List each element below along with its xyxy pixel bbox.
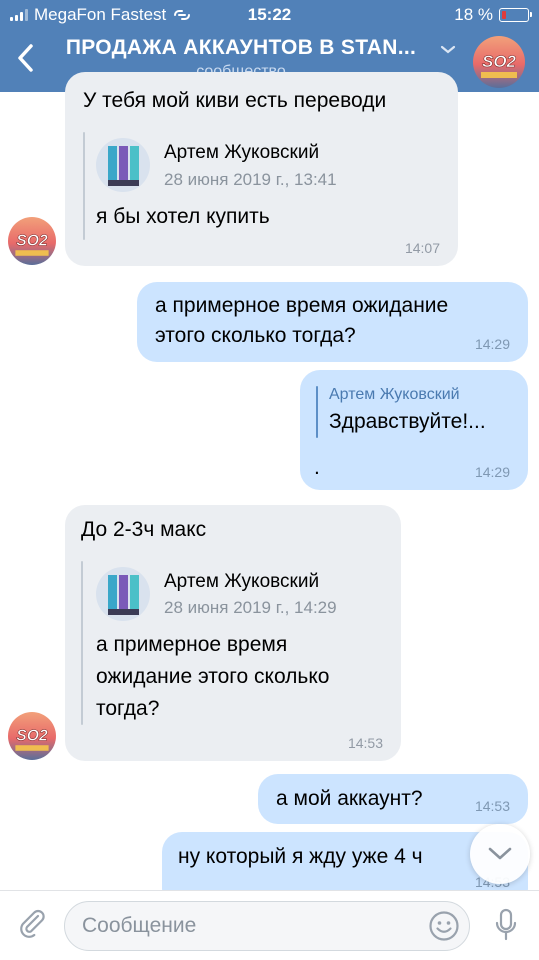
- back-button[interactable]: [10, 40, 40, 76]
- message-time: 14:29: [474, 464, 510, 480]
- message-text-line: а примерное время ожидание: [155, 294, 449, 317]
- link-icon: [174, 10, 191, 20]
- quoted-text-line: ожидание этого сколько: [96, 665, 330, 688]
- battery-fill: [502, 11, 506, 19]
- message-text: .: [314, 456, 320, 479]
- page-title: ПРОДАЖА АККАУНТОВ В STAN...: [65, 36, 417, 59]
- quoted-author-name: Артем Жуковский: [164, 142, 320, 163]
- quoted-author-name: Артем Жуковский: [329, 386, 460, 403]
- community-avatar[interactable]: SO2: [473, 36, 525, 88]
- chevron-down-icon[interactable]: [438, 42, 458, 56]
- status-right: 18 %: [454, 5, 532, 25]
- carrier-name: MegaFon Fastest: [34, 5, 167, 24]
- message-time: 14:29: [474, 336, 510, 352]
- message-time: 14:07: [404, 240, 440, 256]
- message-text: У тебя мой киви есть переводи: [83, 89, 387, 112]
- quoted-author-avatar: [96, 567, 150, 621]
- sender-avatar[interactable]: SO2: [8, 712, 56, 760]
- scroll-down-button[interactable]: [470, 824, 530, 884]
- quoted-date: 28 июня 2019 г., 14:29: [164, 598, 337, 617]
- status-bar: MegaFon Fastest 15:22 18 %: [0, 0, 539, 30]
- quoted-author-name: Артем Жуковский: [164, 571, 320, 592]
- message-composer: [0, 890, 539, 960]
- quoted-text: я бы хотел купить: [96, 205, 270, 228]
- quoted-text-line: а примерное время: [96, 633, 288, 656]
- message-input[interactable]: [64, 901, 470, 951]
- message-text-line: этого сколько тогда?: [155, 324, 356, 347]
- sender-avatar[interactable]: SO2: [8, 217, 56, 265]
- incoming-message[interactable]: У тебя мой киви есть переводи Артем Жуко…: [65, 72, 458, 266]
- message-text: До 2-3ч макс: [81, 518, 207, 541]
- outgoing-message[interactable]: а мой аккаунт? 14:53: [258, 774, 528, 824]
- quote-bar: [83, 132, 85, 240]
- battery-icon: [499, 8, 532, 22]
- quoted-text-line: тогда?: [96, 697, 160, 720]
- outgoing-message[interactable]: Артем Жуковский Здравствуйте!... . 14:29: [300, 370, 528, 490]
- incoming-message[interactable]: До 2-3ч макс Артем Жуковский 28 июня 201…: [65, 505, 401, 761]
- message-time: 14:53: [347, 735, 383, 751]
- message-text: а мой аккаунт?: [276, 787, 423, 810]
- microphone-icon[interactable]: [494, 907, 518, 943]
- quoted-text: Здравствуйте!...: [329, 410, 486, 433]
- smile-icon[interactable]: [428, 910, 460, 942]
- avatar-image: SO2: [473, 36, 525, 88]
- chevron-left-icon: [18, 44, 33, 72]
- quoted-date: 28 июня 2019 г., 13:41: [164, 170, 337, 189]
- chevron-down-icon: [488, 847, 512, 860]
- status-left: MegaFon Fastest: [10, 5, 191, 25]
- message-time: 14:53: [474, 798, 510, 814]
- avatar-text: SO2: [16, 233, 48, 250]
- quoted-author-avatar: [96, 138, 150, 192]
- message-text: ну который я жду уже 4 ч: [178, 845, 423, 868]
- outgoing-message[interactable]: а примерное время ожидание этого сколько…: [137, 282, 528, 362]
- battery-percent: 18 %: [454, 5, 493, 24]
- signal-icon: [10, 9, 28, 21]
- quote-bar: [81, 561, 83, 725]
- paperclip-icon[interactable]: [16, 907, 48, 939]
- quote-bar: [316, 386, 318, 438]
- avatar-text: SO2: [16, 728, 48, 745]
- avatar-text: SO2: [482, 52, 517, 71]
